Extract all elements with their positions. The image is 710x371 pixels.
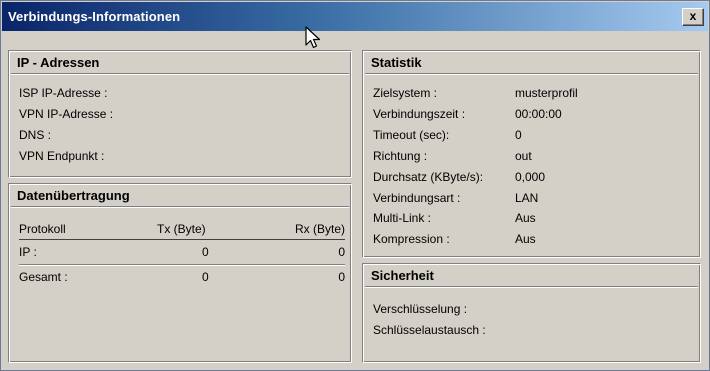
connection-time-value: 00:00:00: [515, 107, 562, 121]
throughput-label: Durchsatz (KByte/s):: [373, 170, 484, 184]
ip-addresses-title: IP - Adressen: [11, 53, 349, 74]
connection-info-window: Verbindungs-Informationen x IP - Adresse…: [0, 0, 710, 371]
close-icon: x: [689, 9, 697, 23]
multi-link-value: Aus: [515, 211, 536, 225]
data-transfer-title: Datenübertragung: [11, 186, 349, 207]
timeout-label: Timeout (sec):: [373, 128, 450, 142]
security-title: Sicherheit: [365, 266, 698, 287]
key-exchange-label: Schlüsselaustausch :: [373, 323, 486, 337]
header-divider: [19, 239, 345, 240]
total-label: Gesamt :: [19, 270, 68, 284]
dns-label: DNS :: [19, 128, 52, 142]
target-system-value: musterprofil: [515, 86, 578, 100]
timeout-value: 0: [515, 128, 522, 142]
tx-column-header: Tx (Byte): [157, 222, 206, 236]
title-bar[interactable]: Verbindungs-Informationen x: [2, 2, 708, 31]
compression-label: Kompression :: [373, 232, 450, 246]
ip-tx-value: 0: [202, 245, 209, 259]
connection-type-value: LAN: [515, 191, 539, 205]
isp-ip-label: ISP IP-Adresse :: [19, 86, 108, 100]
total-rx-value: 0: [338, 270, 345, 284]
compression-value: Aus: [515, 232, 536, 246]
total-tx-value: 0: [202, 270, 209, 284]
ip-rx-value: 0: [338, 245, 345, 259]
close-button[interactable]: x: [682, 8, 704, 26]
statistics-panel: Statistik Zielsystem : musterprofil Verb…: [362, 50, 701, 258]
ip-addresses-panel: IP - Adressen ISP IP-Adresse : VPN IP-Ad…: [8, 50, 352, 178]
direction-label: Richtung :: [373, 149, 428, 163]
connection-type-label: Verbindungsart :: [373, 191, 461, 205]
direction-value: out: [515, 149, 532, 163]
throughput-value: 0,000: [515, 170, 546, 184]
data-transfer-panel: Datenübertragung Protokoll Tx (Byte) Rx …: [8, 183, 352, 363]
encryption-label: Verschlüsselung :: [373, 302, 468, 316]
vpn-ip-label: VPN IP-Adresse :: [19, 107, 114, 121]
total-divider: [19, 264, 345, 266]
protocol-column-header: Protokoll: [19, 222, 66, 236]
window-title: Verbindungs-Informationen: [8, 9, 181, 24]
vpn-endpoint-label: VPN Endpunkt :: [19, 149, 105, 163]
rx-column-header: Rx (Byte): [294, 222, 345, 236]
dialog-body: IP - Adressen ISP IP-Adresse : VPN IP-Ad…: [2, 31, 708, 369]
statistics-title: Statistik: [365, 53, 698, 74]
multi-link-label: Multi-Link :: [373, 211, 432, 225]
ip-protocol-label: IP :: [19, 245, 37, 259]
security-panel: Sicherheit Verschlüsselung : Schlüsselau…: [362, 263, 701, 363]
connection-time-label: Verbindungszeit :: [373, 107, 466, 121]
target-system-label: Zielsystem :: [373, 86, 438, 100]
